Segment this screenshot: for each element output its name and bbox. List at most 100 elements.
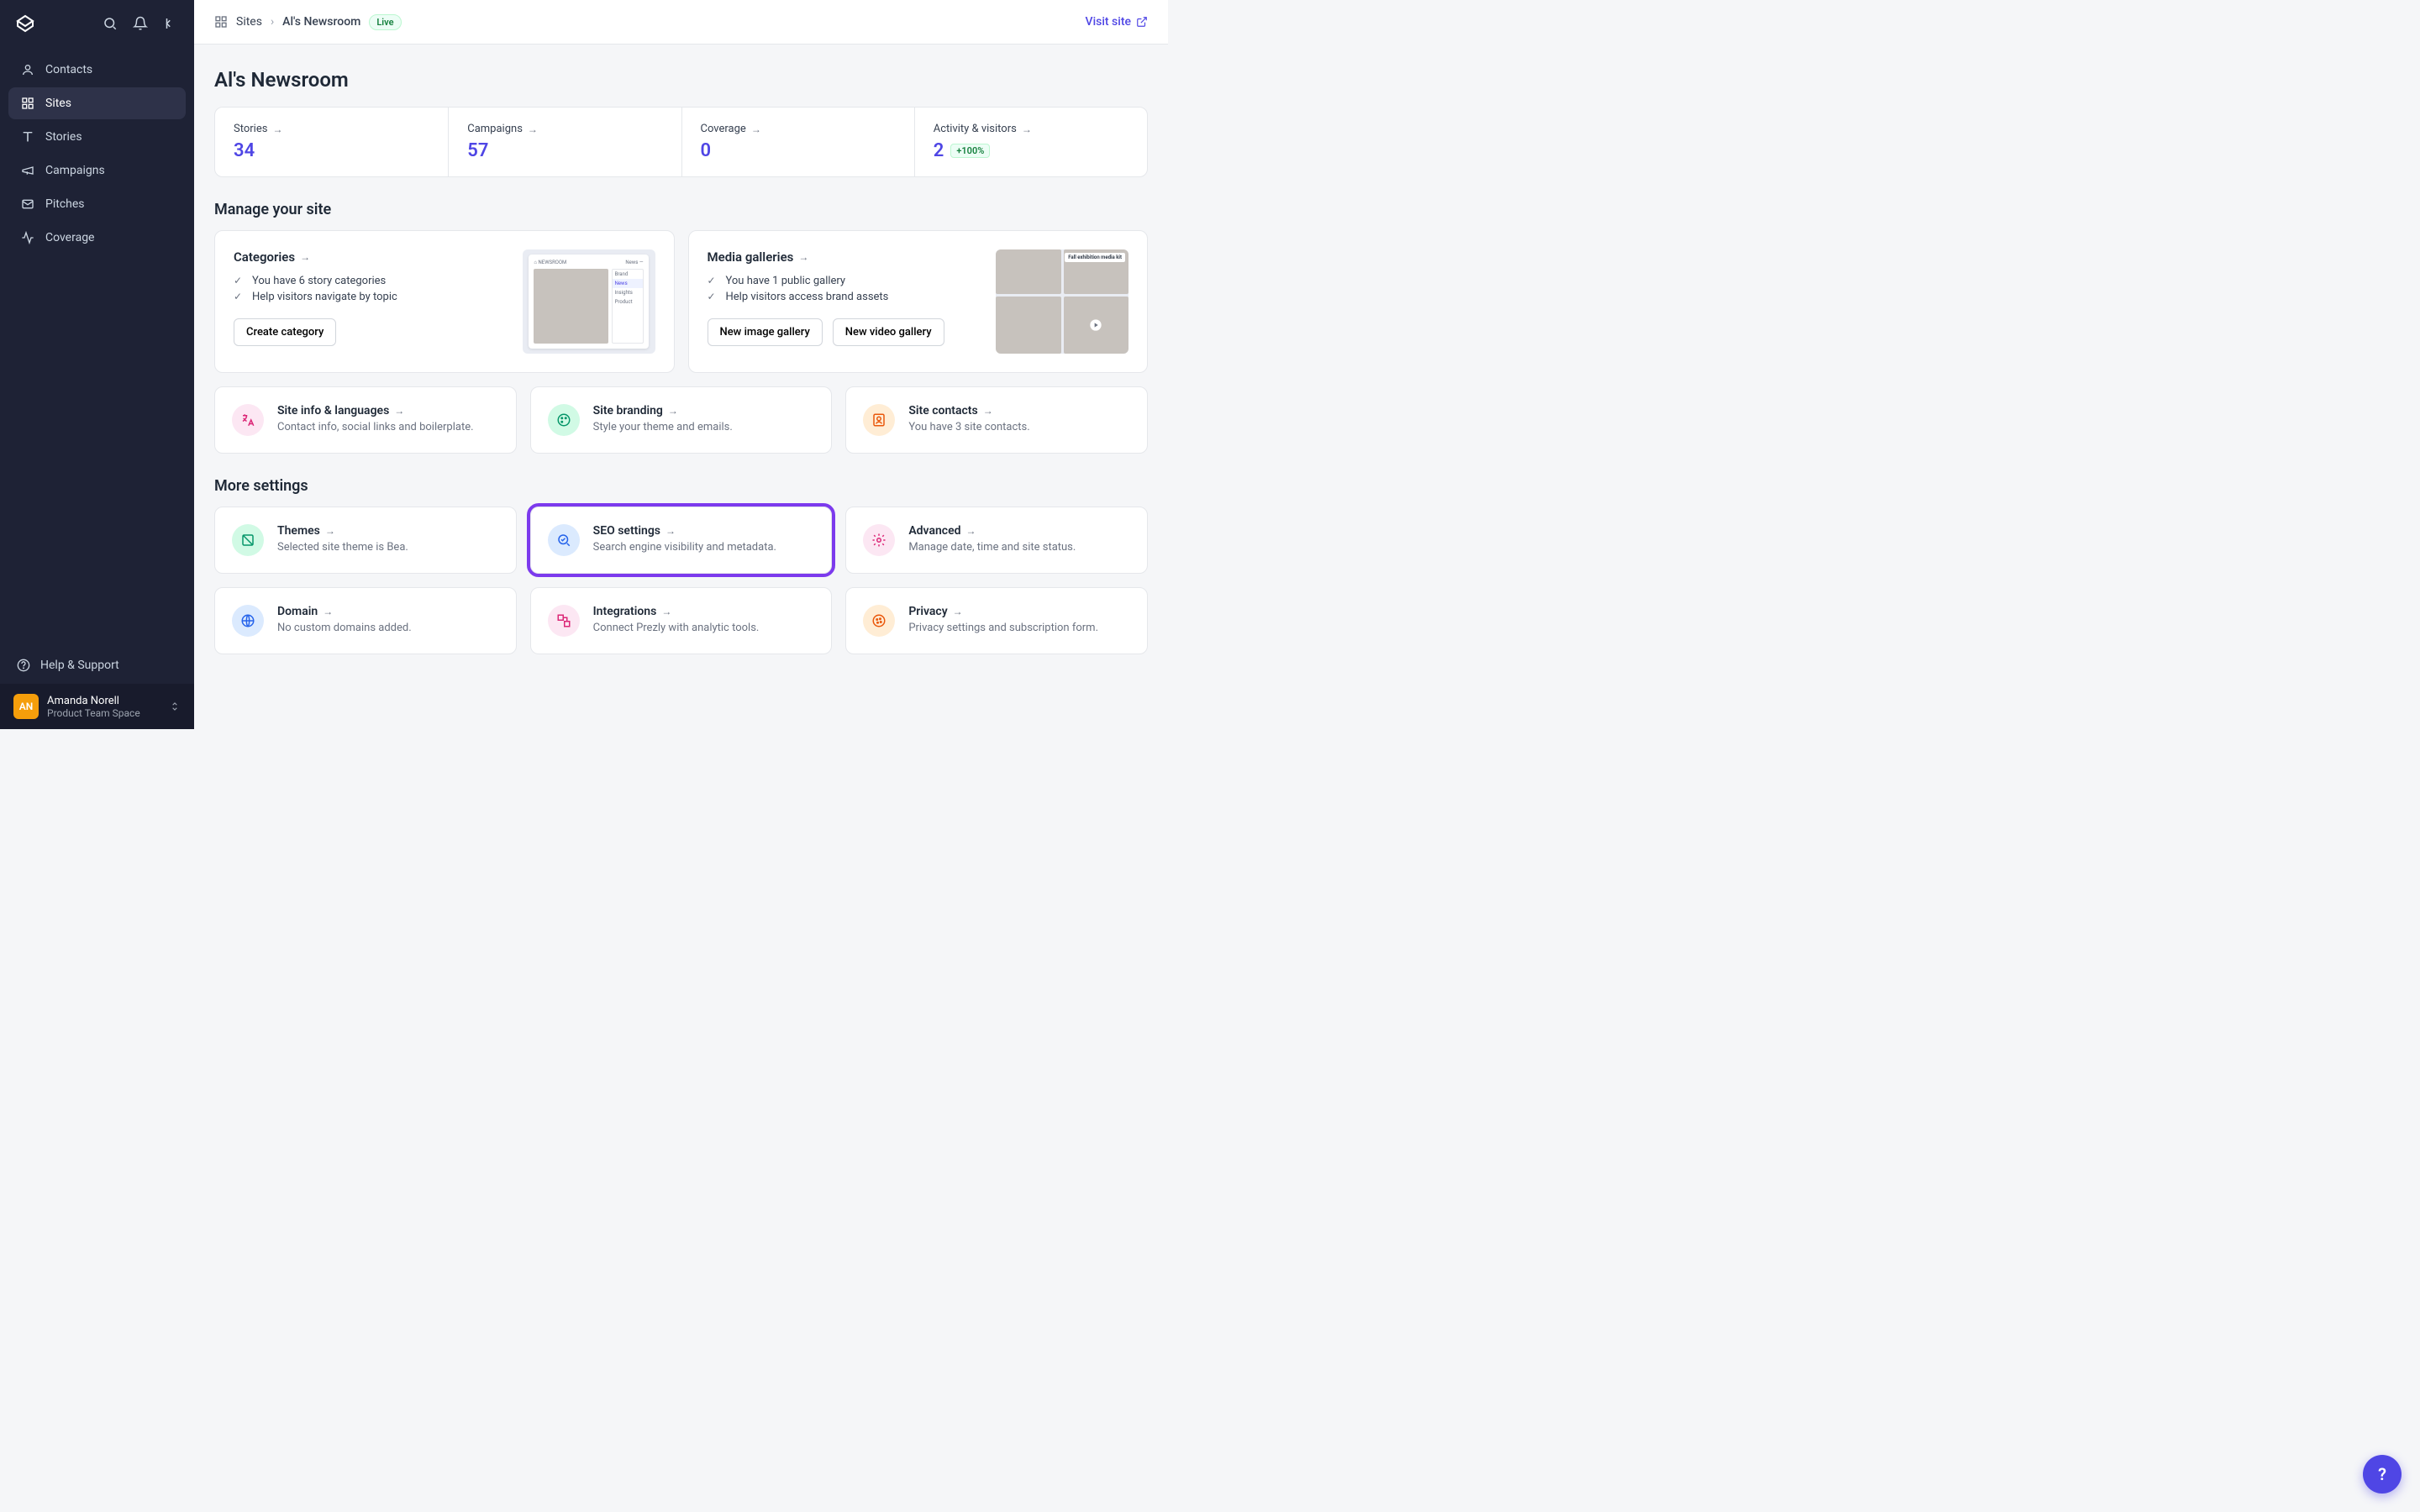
advanced-card[interactable]: Advanced → Manage date, time and site stat… [845, 507, 1148, 574]
arrow-right-icon: → [953, 606, 963, 617]
arrow-right-icon: → [1022, 123, 1032, 135]
card-title: Site info & languages [277, 404, 389, 417]
main: Sites › Al's Newsroom Live Visit site Al… [194, 0, 1168, 729]
gear-icon [863, 524, 895, 556]
arrow-right-icon: → [966, 525, 976, 537]
arrow-right-icon: → [798, 251, 808, 263]
grid-icon [214, 15, 228, 29]
grid-icon [20, 96, 35, 111]
card-desc: Manage date, time and site status. [908, 541, 1076, 554]
section-title-more: More settings [214, 477, 1148, 495]
bell-icon[interactable] [130, 13, 150, 34]
sidebar-item-pitches[interactable]: Pitches [8, 188, 186, 220]
arrow-right-icon: → [272, 123, 282, 135]
media-bullets: You have 1 public gallery Help visitors … [708, 273, 985, 305]
chevron-right-icon: › [271, 15, 274, 29]
new-video-gallery-button[interactable]: New video gallery [833, 318, 944, 346]
stat-label: Coverage [701, 123, 746, 135]
content: Al's Newsroom Stories→ 34 Campaigns→ 57 … [194, 45, 1168, 688]
sidebar-header [0, 0, 194, 47]
card-title: Integrations [593, 605, 657, 618]
bullet: Help visitors navigate by topic [234, 289, 511, 305]
book-icon [20, 129, 35, 144]
card-title: Advanced [908, 524, 960, 538]
media-thumbnail: Fall exhibition media kit [996, 249, 1128, 354]
app-logo-icon[interactable] [13, 12, 37, 35]
section-title-manage: Manage your site [214, 201, 1148, 218]
help-support-link[interactable]: Help & Support [0, 647, 194, 684]
card-desc: Connect Prezly with analytic tools. [593, 622, 760, 634]
stat-activity[interactable]: Activity & visitors→ 2+100% [914, 108, 1147, 176]
help-fab-button[interactable]: ? [2363, 1455, 2402, 1494]
user-info: Amanda Norell Product Team Space [47, 695, 140, 719]
sidebar-item-stories[interactable]: Stories [8, 121, 186, 153]
sidebar-item-label: Campaigns [45, 164, 105, 177]
stat-coverage[interactable]: Coverage→ 0 [681, 108, 914, 176]
stats-row: Stories→ 34 Campaigns→ 57 Coverage→ 0 Ac… [214, 107, 1148, 177]
arrow-right-icon: → [528, 123, 538, 135]
categories-title-link[interactable]: Categories→ [234, 249, 511, 265]
sidebar-item-label: Stories [45, 130, 82, 144]
topbar: Sites › Al's Newsroom Live Visit site [194, 0, 1168, 45]
arrow-right-icon: → [325, 525, 335, 537]
collapse-sidebar-icon[interactable] [160, 13, 181, 34]
breadcrumb: Sites › Al's Newsroom Live [214, 14, 402, 30]
bullet: Help visitors access brand assets [708, 289, 985, 305]
user-menu[interactable]: AN Amanda Norell Product Team Space [0, 684, 194, 729]
create-category-button[interactable]: Create category [234, 318, 336, 346]
bullet: You have 6 story categories [234, 273, 511, 289]
card-title: Themes [277, 524, 320, 538]
avatar: AN [13, 694, 39, 719]
play-icon [1064, 297, 1129, 354]
site-info-card[interactable]: Site info & languages→Contact info, soci… [214, 386, 517, 454]
themes-card[interactable]: Themes → Selected site theme is Bea. [214, 507, 517, 574]
seo-settings-card[interactable]: SEO settings→Search engine visibility an… [530, 507, 833, 574]
card-title: Media galleries [708, 249, 794, 265]
arrow-right-icon: → [666, 525, 676, 537]
new-image-gallery-button[interactable]: New image gallery [708, 318, 823, 346]
sidebar-item-coverage[interactable]: Coverage [8, 222, 186, 254]
mail-icon [20, 197, 35, 212]
arrow-right-icon: → [751, 123, 761, 135]
card-desc: Style your theme and emails. [593, 421, 733, 433]
visit-site-label: Visit site [1086, 15, 1131, 29]
external-link-icon [1136, 16, 1148, 28]
breadcrumb-parent[interactable]: Sites [236, 15, 262, 29]
categories-thumbnail: ⌂ NEWSROOMNews — Brand News Insights Pro… [523, 249, 655, 354]
card-title: Categories [234, 249, 295, 265]
thumb-gallery-title: Fall exhibition media kit [1065, 253, 1125, 262]
settings-grid: Themes → Selected site theme is Bea. SEO s… [214, 507, 1148, 654]
sidebar-item-contacts[interactable]: Contacts [8, 54, 186, 86]
categories-bullets: You have 6 story categories Help visitor… [234, 273, 511, 305]
site-branding-card[interactable]: Site branding→Style your theme and email… [530, 386, 833, 454]
card-desc: Selected site theme is Bea. [277, 541, 408, 554]
cookie-icon [863, 605, 895, 637]
visit-site-link[interactable]: Visit site [1086, 15, 1148, 29]
privacy-card[interactable]: Privacy→Privacy settings and subscriptio… [845, 587, 1148, 654]
arrow-right-icon: → [661, 606, 671, 617]
help-circle-icon [17, 659, 30, 672]
bullet: You have 1 public gallery [708, 273, 985, 289]
activity-icon [20, 230, 35, 245]
sidebar-item-sites[interactable]: Sites [8, 87, 186, 119]
stat-stories[interactable]: Stories→ 34 [215, 108, 448, 176]
stat-label: Activity & visitors [934, 123, 1017, 135]
media-title-link[interactable]: Media galleries → [708, 249, 985, 265]
stat-value: 2 [934, 140, 944, 161]
user-icon [20, 62, 35, 77]
stat-campaigns[interactable]: Campaigns→ 57 [448, 108, 681, 176]
search-icon[interactable] [100, 13, 120, 34]
card-title: Site contacts [908, 404, 977, 417]
integrations-card[interactable]: Integrations → Connect Prezly with analyti… [530, 587, 833, 654]
stat-label: Stories [234, 123, 267, 135]
arrow-right-icon: → [323, 606, 333, 617]
question-icon: ? [2378, 1464, 2386, 1484]
card-title: Domain [277, 605, 318, 618]
stat-value: 57 [467, 140, 662, 161]
card-title: Privacy [908, 605, 947, 618]
site-contacts-card[interactable]: Site contacts→You have 3 site contacts. [845, 386, 1148, 454]
sidebar-footer: Help & Support AN Amanda Norell Product … [0, 647, 194, 729]
domain-card[interactable]: Domain→No custom domains added. [214, 587, 517, 654]
card-desc: You have 3 site contacts. [908, 421, 1029, 433]
sidebar-item-campaigns[interactable]: Campaigns [8, 155, 186, 186]
